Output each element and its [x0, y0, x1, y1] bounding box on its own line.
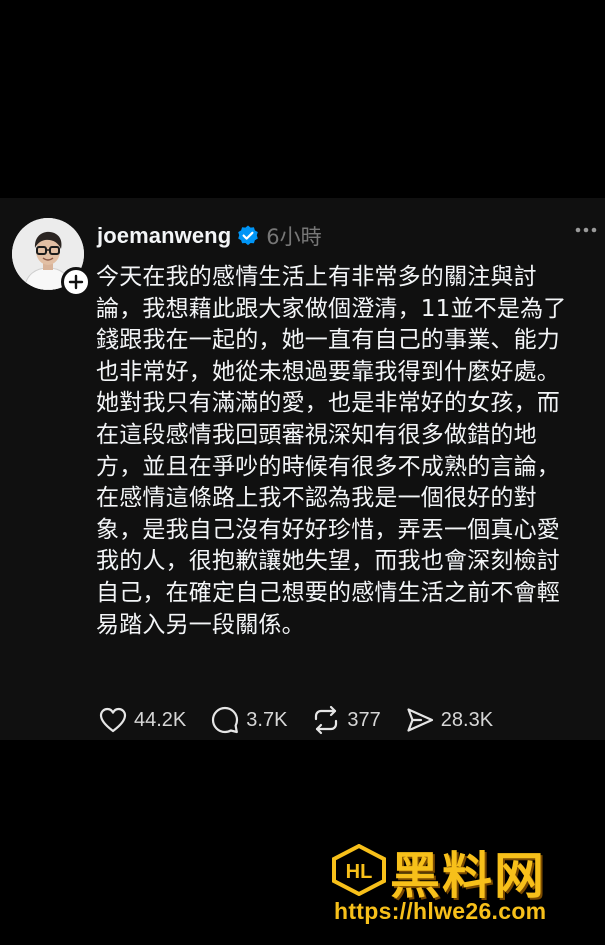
post-header: joemanweng 6小時: [97, 220, 322, 252]
plus-icon: [68, 274, 84, 290]
watermark-url: https://hlwe26.com: [334, 898, 547, 924]
repost-icon: [315, 705, 338, 735]
post-body-text: 今天在我的感情生活上有非常多的關注與討 論，我想藉此跟大家做個澄清，11並不是為…: [96, 264, 567, 638]
share-button[interactable]: 28.3K: [405, 705, 493, 735]
share-icon: [407, 708, 433, 732]
author-avatar-group[interactable]: [12, 218, 91, 297]
more-options-icon: [575, 227, 597, 233]
comment-count: 3.7K: [246, 708, 288, 731]
comment-icon: [212, 706, 239, 734]
username-link[interactable]: joemanweng: [97, 223, 231, 249]
verified-badge-icon: [236, 224, 260, 248]
thread-post: joemanweng 6小時 今天在我的感情生活上有非常多的關注與討 論，我想藉…: [0, 198, 605, 740]
like-button[interactable]: 44.2K: [98, 706, 186, 734]
more-options-button[interactable]: [572, 220, 600, 240]
share-count: 28.3K: [440, 708, 494, 731]
svg-text:HL: HL: [346, 861, 373, 883]
comment-button[interactable]: 3.7K: [210, 705, 287, 735]
like-count: 44.2K: [134, 708, 187, 731]
site-watermark: HL 黑料网 https://hlwe26.com: [328, 838, 598, 934]
post-actions: 44.2K 3.7K 377 28.3K: [98, 703, 517, 737]
post-timestamp: 6小時: [266, 225, 322, 249]
follow-button[interactable]: [61, 267, 91, 297]
heart-icon: [99, 707, 127, 733]
repost-count: 377: [347, 708, 381, 731]
hl-logo-icon: HL: [332, 844, 386, 896]
repost-button[interactable]: 377: [311, 705, 381, 735]
